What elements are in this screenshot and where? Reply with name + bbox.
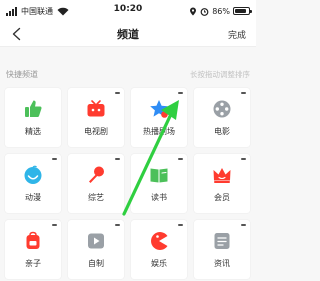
channel-label: 资讯 [214,259,230,268]
channel-label: 热播剧场 [143,127,175,136]
channel-label: 娱乐 [151,259,167,268]
remove-channel-button[interactable] [115,224,120,226]
section-header: 快捷频道 长按拖动调整排序 [0,46,256,79]
back-arrow-icon[interactable] [9,26,25,42]
film-reel-icon [213,100,231,118]
play-box-icon [88,233,104,249]
status-right: 86% [189,4,252,18]
pacman-icon [151,232,168,250]
channel-tile-dushu[interactable]: 读书 [131,154,187,213]
channel-label: 亲子 [25,259,41,268]
tv-icon [87,100,105,117]
remove-channel-button[interactable] [52,158,57,160]
remove-channel-button[interactable] [52,224,57,226]
remove-channel-button[interactable] [178,224,183,226]
battery-fill [235,9,247,13]
channel-label: 自制 [88,259,104,268]
remove-channel-button[interactable] [115,92,120,94]
schoolbag-icon [26,231,40,249]
cartoon-face-icon [24,165,42,184]
crown-icon [213,168,231,183]
battery-icon [233,7,252,15]
channel-tile-huiyuan[interactable]: 会员 [194,154,250,213]
channel-tile-dongman[interactable]: 动漫 [5,154,61,213]
channel-tile-qinzi[interactable]: 亲子 [5,220,61,279]
news-icon [214,233,230,249]
channel-tile-dianshiju[interactable]: 电视剧 [68,88,124,147]
channel-label: 会员 [214,193,230,202]
battery-percent: 86% [212,6,230,16]
thumbs-up-icon [25,100,42,117]
channel-tile-zongyi[interactable]: 综艺 [68,154,124,213]
channel-tile-yule[interactable]: 娱乐 [131,220,187,279]
channel-label: 综艺 [88,193,104,202]
remove-channel-button[interactable] [241,158,246,160]
nav-bar: 频道 完成 [0,22,256,47]
channel-tile-zizhi[interactable]: 自制 [68,220,124,279]
remove-channel-button[interactable] [115,158,120,160]
status-bar: 中国联通 10:20 86% [0,0,256,22]
remove-channel-button[interactable] [241,224,246,226]
channel-label: 读书 [151,193,167,202]
star-icon [150,100,168,118]
section-hint: 长按拖动调整排序 [190,70,250,79]
channel-label: 电影 [214,127,230,136]
microphone-icon [89,166,104,183]
channel-tile-rebo-juchang[interactable]: 热播剧场 [131,88,187,147]
channel-label: 电视剧 [84,127,108,136]
channel-tile-dianying[interactable]: 电影 [194,88,250,147]
remove-channel-button[interactable] [241,92,246,94]
done-button[interactable]: 完成 [228,28,246,41]
page-title: 频道 [117,28,139,41]
location-icon [190,7,197,15]
channel-label: 精选 [25,127,41,136]
channel-label: 动漫 [25,193,41,202]
alarm-icon [200,7,209,16]
book-icon [150,168,168,183]
section-title: 快捷频道 [6,70,38,79]
channel-tile-jingxuan[interactable]: 精选 [5,88,61,147]
remove-channel-button[interactable] [178,92,183,94]
remove-channel-button[interactable] [178,158,183,160]
channel-tile-zixun[interactable]: 资讯 [194,220,250,279]
